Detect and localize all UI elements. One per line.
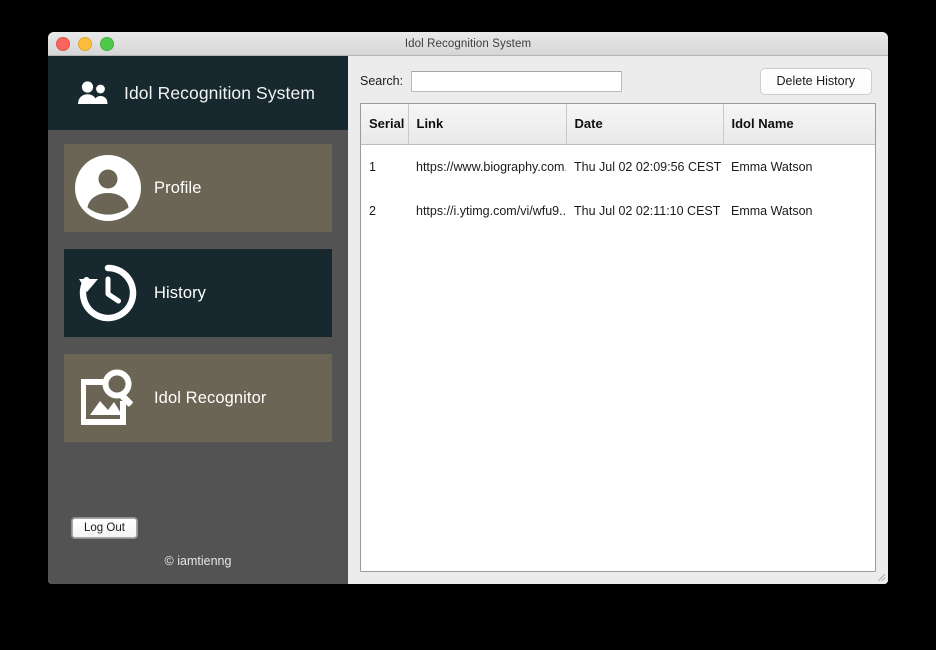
minimize-window-button[interactable]: [78, 36, 92, 51]
column-header-idol-name[interactable]: Idol Name: [723, 104, 875, 145]
toolbar: Search: Delete History: [360, 66, 876, 96]
cell-link: https://www.biography.com...: [416, 159, 566, 174]
cell-idol-name: Emma Watson: [731, 159, 813, 174]
cell-date: Thu Jul 02 02:11:10 CEST ...: [574, 203, 723, 218]
table-row[interactable]: 2 https://i.ytimg.com/vi/wfu9... Thu Jul…: [361, 189, 875, 233]
sidebar-item-label: History: [154, 283, 207, 302]
sidebar-footer-copyright: © iamtienng: [164, 554, 232, 568]
cell-link: https://i.ytimg.com/vi/wfu9...: [416, 203, 566, 218]
cell-date: Thu Jul 02 02:09:56 CEST ...: [574, 159, 723, 174]
column-header-link[interactable]: Link: [408, 104, 567, 145]
sidebar-item-profile[interactable]: Profile: [64, 144, 332, 232]
delete-history-button[interactable]: Delete History: [759, 67, 872, 95]
search-input[interactable]: [411, 70, 623, 92]
sidebar-brand: Idol Recognition System: [48, 56, 348, 130]
search-label: Search:: [360, 74, 404, 88]
table-empty-area: [361, 232, 875, 571]
sidebar-item-history[interactable]: History: [64, 249, 332, 337]
table-body: 1 https://www.biography.com... Thu Jul 0…: [361, 144, 875, 233]
table-row[interactable]: 1 https://www.biography.com... Thu Jul 0…: [361, 144, 875, 189]
cell-serial: 2: [369, 203, 376, 218]
sidebar: Idol Recognition System Profile History …: [48, 56, 348, 584]
column-header-serial[interactable]: Serial: [361, 104, 409, 145]
logout-container: Log Out: [48, 518, 348, 538]
main-content: Search: Delete History Serial Link Date …: [348, 56, 888, 584]
window-body: Idol Recognition System Profile History …: [48, 56, 888, 584]
sidebar-item-label: Profile: [154, 178, 202, 197]
maximize-window-button[interactable]: [100, 36, 114, 51]
table-header: Serial Link Date Idol Name: [361, 104, 875, 145]
image-search-icon: [74, 364, 142, 432]
history-clock-icon: [74, 259, 142, 327]
sidebar-nav: Profile History Idol Recognitor: [48, 130, 348, 459]
table-header-row: Serial Link Date Idol Name: [361, 104, 875, 145]
window-title: Idol Recognition System: [404, 37, 532, 50]
application-window: Idol Recognition System Idol Recognition…: [48, 32, 888, 584]
cell-idol-name: Emma Watson: [731, 203, 813, 218]
window-controls: [56, 32, 114, 55]
history-table-panel: Serial Link Date Idol Name 1 https://www…: [360, 103, 876, 572]
sidebar-item-idol-recognitor[interactable]: Idol Recognitor: [64, 354, 332, 442]
cell-serial: 1: [369, 159, 376, 174]
logout-button[interactable]: Log Out: [72, 518, 137, 538]
title-bar: Idol Recognition System: [48, 32, 888, 56]
column-header-date[interactable]: Date: [566, 104, 724, 145]
sidebar-item-label: Idol Recognitor: [154, 388, 267, 407]
user-circle-icon: [74, 154, 142, 222]
people-icon: [76, 78, 112, 108]
history-table: Serial Link Date Idol Name 1 https://www…: [361, 104, 875, 233]
close-window-button[interactable]: [56, 36, 70, 51]
sidebar-brand-title: Idol Recognition System: [124, 82, 316, 103]
